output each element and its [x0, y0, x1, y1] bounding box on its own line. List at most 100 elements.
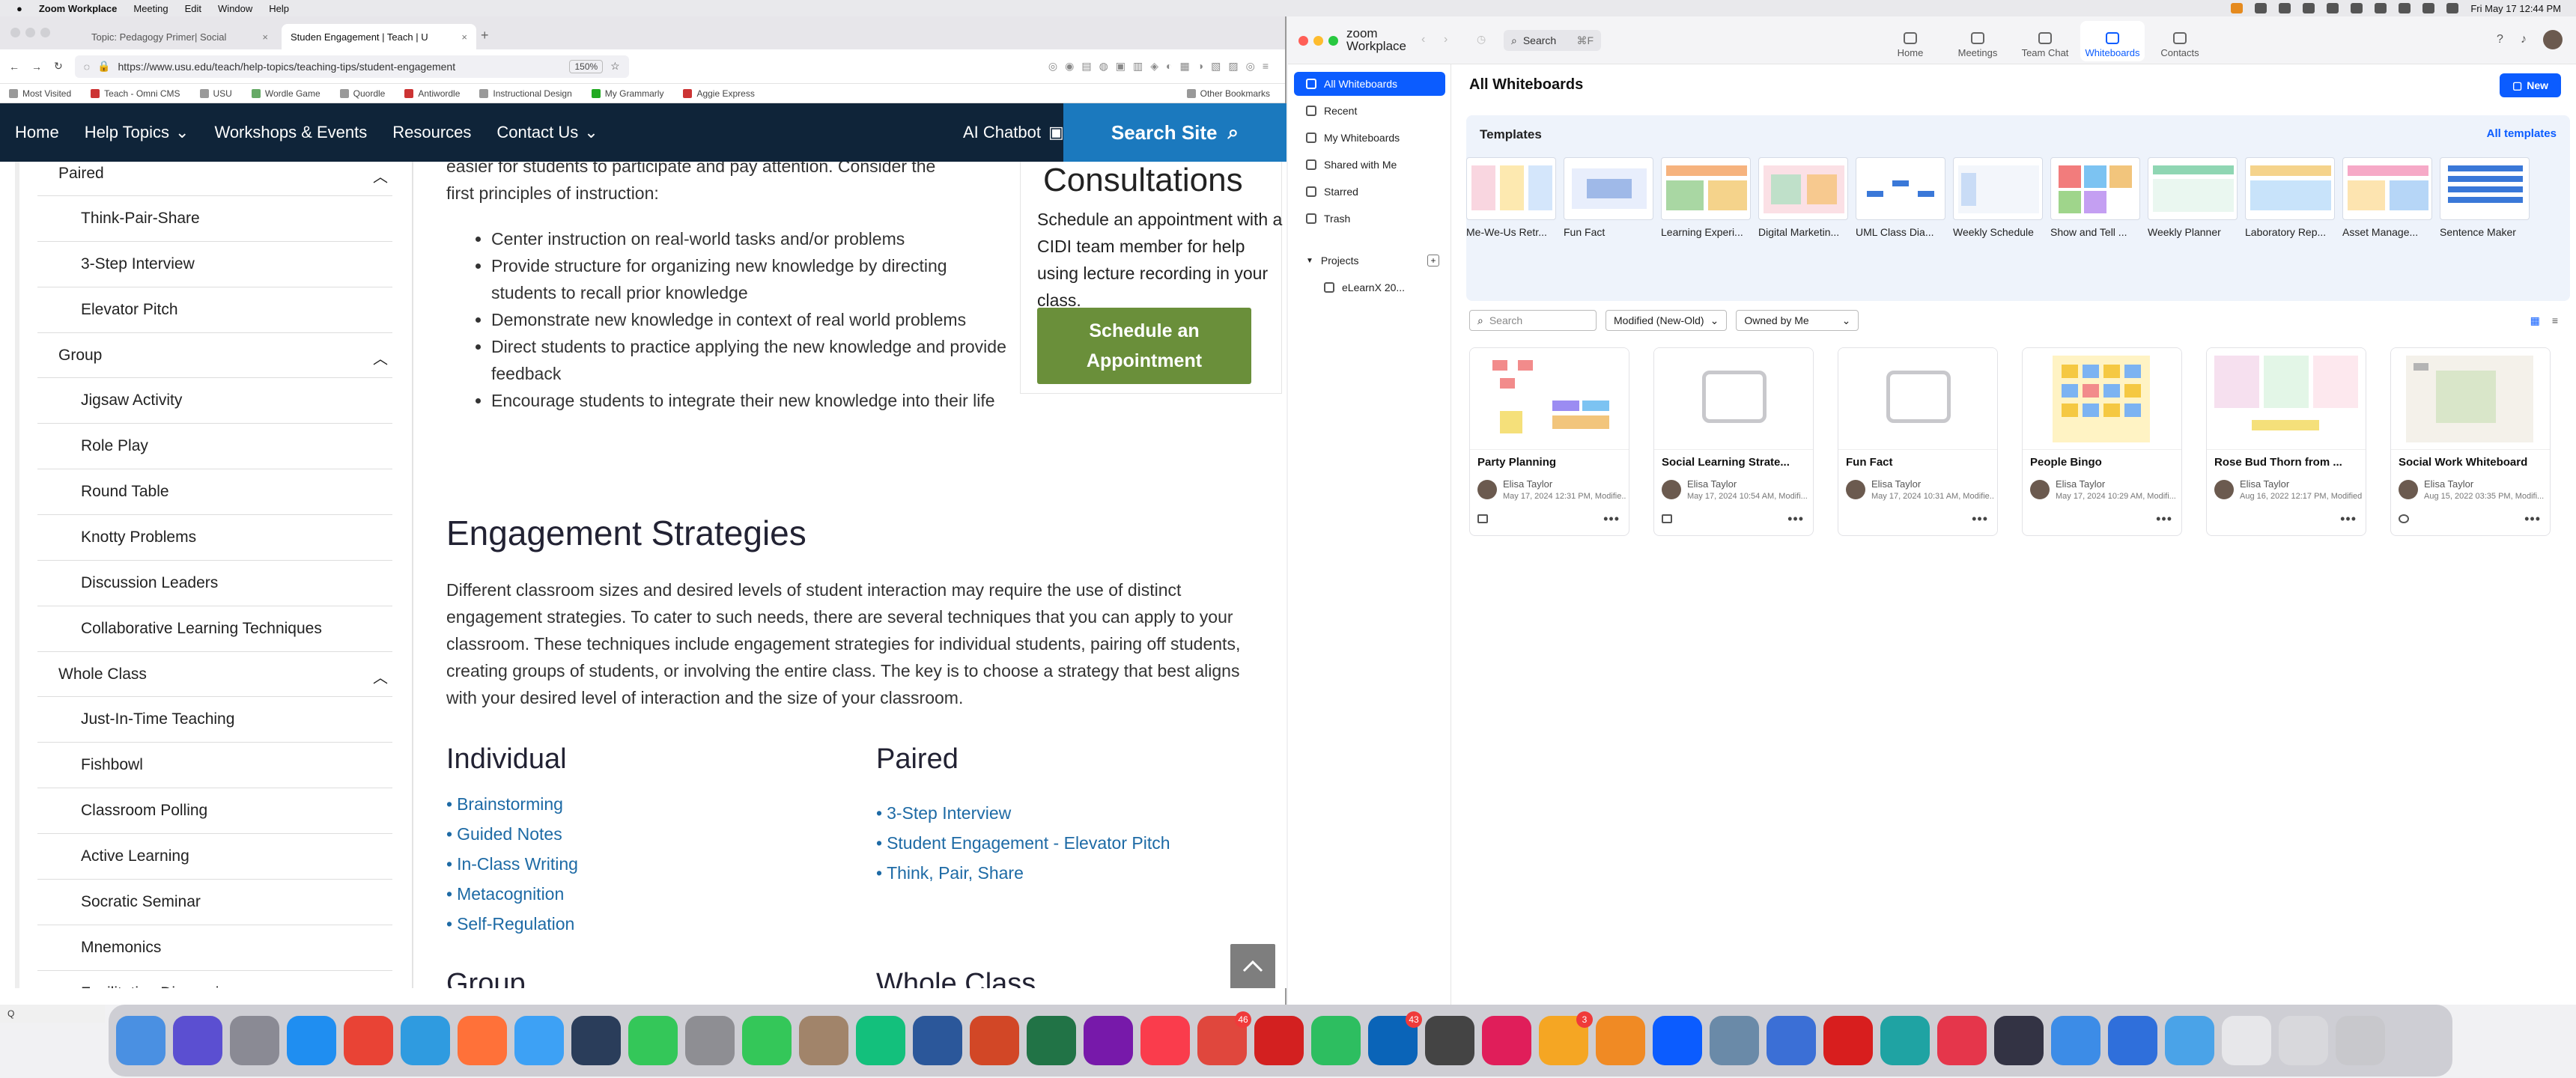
bookmark[interactable]: Teach - Omni CMS: [91, 88, 180, 99]
sidebar-item[interactable]: Think-Pair-Share: [37, 196, 392, 242]
sidebar-item[interactable]: Classroom Polling: [37, 788, 392, 834]
sidebar-item-my-whiteboards[interactable]: My Whiteboards: [1294, 126, 1445, 150]
calculator-icon[interactable]: [1425, 1016, 1474, 1065]
template-card[interactable]: UML Class Dia...: [1856, 157, 1945, 238]
forward-icon[interactable]: →: [31, 61, 42, 73]
bell-icon[interactable]: ♪: [2521, 33, 2527, 46]
sidebar-item[interactable]: Role Play: [37, 424, 392, 469]
drawing-icon[interactable]: [1880, 1016, 1930, 1065]
sidebar-item[interactable]: Discussion Leaders: [37, 561, 392, 606]
zoom-icon[interactable]: [1653, 1016, 1702, 1065]
strategy-link[interactable]: • Guided Notes: [446, 820, 562, 847]
strategy-link[interactable]: • Self-Regulation: [446, 910, 574, 937]
messages-icon[interactable]: [742, 1016, 792, 1065]
template-card[interactable]: Me-We-Us Retr...: [1466, 157, 1556, 238]
tray-icon[interactable]: [2351, 3, 2363, 13]
url-field[interactable]: ◌ 🔒 https://www.usu.edu/teach/help-topic…: [74, 55, 629, 78]
zoom-level[interactable]: 150%: [569, 59, 604, 73]
window-close-button[interactable]: [1298, 36, 1308, 46]
new-tab-icon[interactable]: +: [481, 28, 489, 43]
strategy-link[interactable]: • Think, Pair, Share: [876, 859, 1024, 886]
teamwork-icon[interactable]: 3: [1539, 1011, 1593, 1065]
bookmark[interactable]: Quordle: [339, 88, 385, 99]
close-icon[interactable]: ×: [461, 31, 467, 43]
tray-icon[interactable]: [2303, 3, 2315, 13]
history-icon[interactable]: ◷: [1477, 33, 1486, 46]
sidebar-item[interactable]: Elevator Pitch: [37, 287, 392, 333]
onenote-icon[interactable]: [1084, 1016, 1133, 1065]
menu-edit[interactable]: Edit: [185, 3, 201, 14]
sidebar-projects-header[interactable]: ▼ Projects +: [1294, 249, 1445, 272]
grid-view-icon[interactable]: ▦: [2530, 314, 2540, 327]
nav-contact[interactable]: Contact Us ⌄: [496, 123, 598, 142]
wifi-icon[interactable]: [2399, 3, 2411, 13]
phone-icon[interactable]: [571, 1016, 621, 1065]
tray-icon[interactable]: [2255, 3, 2267, 13]
search-icon[interactable]: [2422, 3, 2435, 13]
menubar-clock[interactable]: Fri May 17 12:44 PM: [2470, 3, 2561, 14]
zoom-tab-whiteboards[interactable]: Whiteboards: [2080, 21, 2145, 61]
bookmark[interactable]: Antiwordle: [404, 88, 460, 99]
all-templates-link[interactable]: All templates: [2487, 127, 2557, 140]
excel-icon[interactable]: [1027, 1016, 1076, 1065]
window-close-button[interactable]: [10, 28, 20, 37]
list-view-icon[interactable]: ≡: [2552, 314, 2558, 327]
document-stack-icon[interactable]: [2222, 1016, 2271, 1065]
zoom-tab-team-chat[interactable]: Team Chat: [2013, 21, 2077, 61]
settings-icon[interactable]: [685, 1016, 735, 1065]
whiteboard-card[interactable]: Fun Fact Elisa Taylor May 17, 2024 10:31…: [1838, 347, 1998, 536]
slack-icon[interactable]: [1482, 1016, 1531, 1065]
reload-icon[interactable]: ↻: [54, 60, 63, 73]
avatar[interactable]: [2543, 30, 2563, 49]
add-project-icon[interactable]: +: [1427, 255, 1439, 267]
sidebar-item[interactable]: Fishbowl: [37, 743, 392, 788]
more-options-icon[interactable]: •••: [1972, 511, 1988, 527]
whiteboard-card[interactable]: Social Work Whiteboard Elisa Taylor Aug …: [2390, 347, 2551, 536]
more-options-icon[interactable]: •••: [2156, 511, 2172, 527]
schedule-appointment-button[interactable]: Schedule an Appointment: [1037, 308, 1251, 384]
back-icon[interactable]: ‹: [1421, 33, 1425, 46]
edge-icon[interactable]: [401, 1016, 450, 1065]
bookmark[interactable]: My Grammarly: [591, 88, 663, 99]
sidebar-item-shared[interactable]: Shared with Me: [1294, 153, 1445, 177]
template-card[interactable]: Weekly Schedule: [1953, 157, 2043, 238]
sidebar-group-paired[interactable]: Paired ︿: [37, 162, 392, 196]
other-bookmarks[interactable]: Other Bookmarks: [1186, 88, 1270, 99]
sidebar-item-all-whiteboards[interactable]: All Whiteboards: [1294, 72, 1445, 96]
acrobat-icon[interactable]: [1823, 1016, 1873, 1065]
word-icon[interactable]: [913, 1016, 962, 1065]
whiteboard-search-input[interactable]: ⌕ Search: [1469, 310, 1597, 331]
pen-app-icon[interactable]: [1596, 1016, 1645, 1065]
bookmark[interactable]: Wordle Game: [251, 88, 321, 99]
control-center-icon[interactable]: [2446, 3, 2459, 13]
owner-filter-select[interactable]: Owned by Me ⌄: [1736, 310, 1859, 331]
powerpoint-icon[interactable]: [970, 1016, 1019, 1065]
preview-icon[interactable]: [1710, 1016, 1759, 1065]
menu-window[interactable]: Window: [218, 3, 252, 14]
siri-icon[interactable]: [173, 1016, 222, 1065]
search-site-button[interactable]: Search Site ⌕: [1063, 103, 1287, 162]
bookmark[interactable]: USU: [199, 88, 232, 99]
strategy-link[interactable]: • Student Engagement - Elevator Pitch: [876, 829, 1170, 856]
template-card[interactable]: Weekly Planner: [2148, 157, 2238, 238]
url-text[interactable]: https://www.usu.edu/teach/help-topics/te…: [118, 61, 456, 73]
back-to-top-button[interactable]: [1230, 944, 1275, 988]
finder-icon[interactable]: [116, 1016, 165, 1065]
menu-meeting[interactable]: Meeting: [133, 3, 168, 14]
sidebar-item[interactable]: Active Learning: [37, 834, 392, 880]
health-icon[interactable]: [2108, 1016, 2157, 1065]
trash-icon[interactable]: [2336, 1016, 2385, 1065]
outlook-icon[interactable]: 43: [1368, 1011, 1422, 1065]
sidebar-item[interactable]: Jigsaw Activity: [37, 378, 392, 424]
snagit-icon[interactable]: [2051, 1016, 2100, 1065]
whiteboard-card[interactable]: Social Learning Strate... Elisa Taylor M…: [1653, 347, 1814, 536]
filezilla-icon[interactable]: [1254, 1016, 1304, 1065]
sidebar-item[interactable]: Collaborative Learning Techniques: [37, 606, 392, 652]
sidebar-item-trash[interactable]: Trash: [1294, 207, 1445, 231]
ai-chatbot-link[interactable]: AI Chatbot ▣: [963, 103, 1064, 162]
template-card[interactable]: Show and Tell ...: [2050, 157, 2140, 238]
template-card[interactable]: Asset Manage...: [2342, 157, 2432, 238]
more-options-icon[interactable]: •••: [2340, 511, 2357, 527]
strategy-link[interactable]: • In-Class Writing: [446, 850, 578, 877]
sidebar-project-item[interactable]: eLearnX 20...: [1294, 275, 1445, 299]
